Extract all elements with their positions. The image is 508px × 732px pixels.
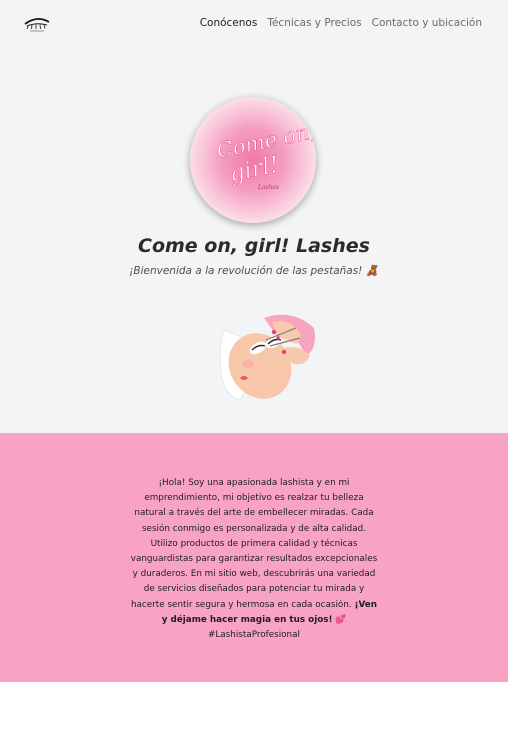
page-bottom-blank <box>0 682 508 732</box>
brand-badge-lettering: Come on, girl! Lashes <box>214 119 316 191</box>
brand-badge-logo: Come on, girl! Lashes <box>190 97 316 223</box>
heart-emoji-icon: 💕 <box>335 614 347 625</box>
nav-link-contacto-y-ubicacion[interactable]: Contacto y ubicación <box>372 17 482 29</box>
hero-section: Conócenos Técnicas y Precios Contacto y … <box>0 0 508 433</box>
eyelash-logo-icon[interactable] <box>22 13 52 33</box>
nav-link-conocenos[interactable]: Conócenos <box>200 17 258 29</box>
page: Conócenos Técnicas y Precios Contacto y … <box>0 0 508 732</box>
about-paragraph: ¡Hola! Soy una apasionada lashista y en … <box>128 476 380 643</box>
page-subtitle: ¡Bienvenida a la revolución de las pesta… <box>129 265 379 277</box>
about-section: ¡Hola! Soy una apasionada lashista y en … <box>0 433 508 682</box>
navbar: Conócenos Técnicas y Precios Contacto y … <box>0 0 508 48</box>
page-title: Come on, girl! Lashes <box>138 235 370 257</box>
about-body-text: ¡Hola! Soy una apasionada lashista y en … <box>130 478 378 610</box>
lash-artist-illustration <box>219 314 315 401</box>
badge-text-small: Lashes <box>257 184 279 191</box>
about-hashtag: #LashistaProfesional <box>208 630 300 641</box>
main-nav: Conócenos Técnicas y Precios Contacto y … <box>200 17 482 29</box>
nav-link-tecnicas-y-precios[interactable]: Técnicas y Precios <box>267 17 361 29</box>
